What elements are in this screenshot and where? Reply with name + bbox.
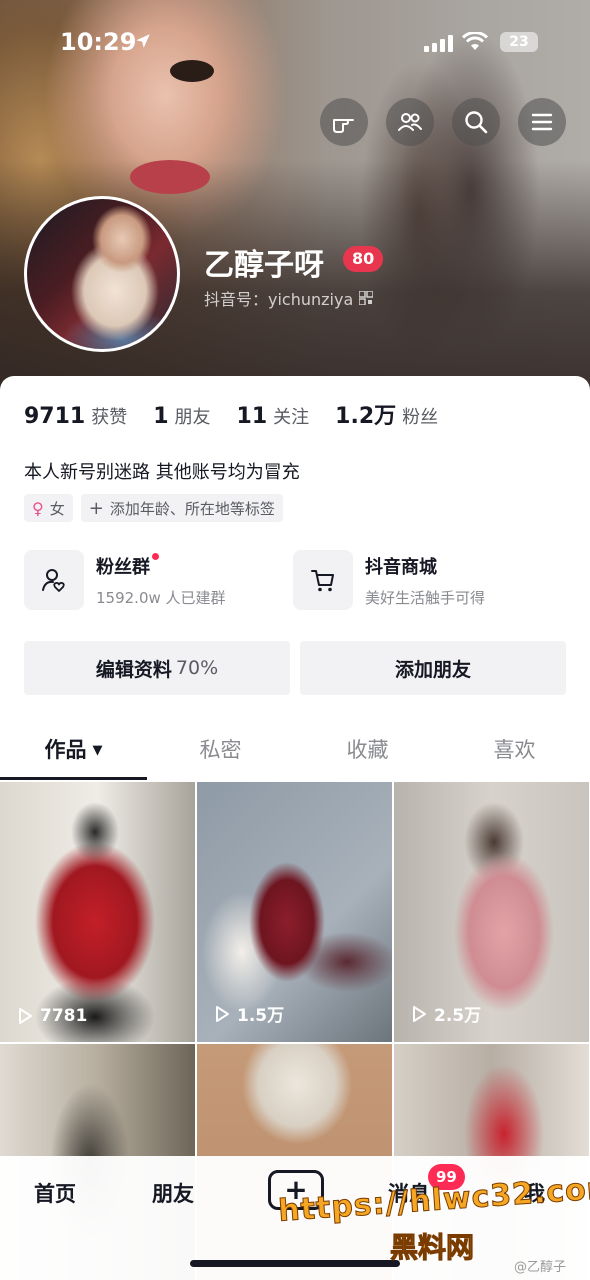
tab-works[interactable]: 作品 ▼ [0, 720, 147, 780]
stat-followers-label: 粉丝 [402, 407, 439, 428]
stat-likes-label: 获赞 [91, 407, 128, 428]
battery-indicator: 23 [500, 32, 538, 52]
tab-favorites[interactable]: 收藏 [294, 720, 441, 780]
visitor-button[interactable] [320, 98, 368, 146]
person-heart-icon [42, 569, 65, 592]
plus-icon: + [88, 497, 104, 519]
location-arrow-icon [136, 34, 150, 48]
female-icon: ♀ [32, 498, 44, 518]
gender-tag[interactable]: ♀ 女 [24, 494, 73, 522]
nav-home[interactable]: 首页 [34, 1178, 76, 1208]
mall-subtitle: 美好生活触手可得 [365, 588, 486, 607]
stat-following-count: 11 [236, 404, 268, 429]
tab-works-label: 作品 [44, 738, 87, 762]
hand-pointing-icon [333, 119, 354, 133]
friends-recommend-button[interactable] [386, 98, 434, 146]
status-bar: 10:29 23 [0, 28, 590, 62]
cover-lips-shape [130, 160, 210, 194]
new-dot-indicator [152, 552, 159, 560]
douyin-id[interactable]: 抖音号：yichunziya [204, 286, 374, 310]
tab-likes-label: 喜欢 [493, 738, 536, 762]
add-friend-button[interactable]: 添加朋友 [300, 641, 566, 695]
play-icon [413, 1005, 426, 1022]
stat-likes-count: 9711 [24, 404, 86, 429]
profile-bio[interactable]: 本人新号别迷路 其他账号均为冒充 [24, 458, 300, 484]
qr-code-icon [359, 291, 374, 305]
edit-profile-label: 编辑资料 [95, 658, 172, 681]
add-tags-button[interactable]: + 添加年龄、所在地等标签 [80, 494, 283, 522]
view-count: 7781 [16, 1006, 87, 1026]
profile-completion: 70% [175, 657, 219, 679]
douyin-id-text: 抖音号：yichunziya [204, 290, 354, 309]
add-friend-label: 添加朋友 [394, 658, 471, 681]
play-icon [216, 1005, 229, 1022]
cover-eye-shape [170, 60, 214, 82]
nav-friends[interactable]: 朋友 [152, 1178, 194, 1208]
profile-panel: 9711 获赞 1 朋友 11 关注 1.2万 粉丝 本人新号别迷路 其他账号均… [0, 376, 590, 1280]
play-icon [19, 1008, 32, 1024]
stat-likes[interactable]: 9711 获赞 [24, 403, 127, 429]
fan-group-entry[interactable]: 粉丝群 1592.0w 人已建群 [24, 550, 226, 610]
gender-tag-label: 女 [49, 499, 65, 518]
hamburger-menu-icon [531, 113, 553, 131]
people-icon [398, 113, 422, 131]
menu-button[interactable] [518, 98, 566, 146]
video-thumbnail[interactable]: 1.5万 [197, 782, 392, 1042]
view-count-text: 7781 [40, 1006, 88, 1026]
content-tabs: 作品 ▼ 私密 收藏 喜欢 [0, 720, 590, 780]
cellular-signal-icon [424, 34, 453, 52]
view-count: 2.5万 [410, 1001, 481, 1026]
mall-entry[interactable]: 抖音商城 美好生活触手可得 [293, 550, 485, 610]
mall-title: 抖音商城 [365, 556, 437, 578]
stat-friends-label: 朋友 [174, 407, 211, 428]
add-tags-label: 添加年龄、所在地等标签 [109, 499, 275, 518]
tab-private[interactable]: 私密 [147, 720, 294, 780]
video-thumbnail[interactable]: 7781 [0, 782, 195, 1042]
home-indicator [190, 1260, 400, 1267]
tab-likes[interactable]: 喜欢 [441, 720, 588, 780]
view-count-text: 2.5万 [434, 1006, 482, 1026]
stat-following-label: 关注 [273, 407, 310, 428]
stat-following[interactable]: 11 关注 [237, 403, 310, 429]
video-thumbnail[interactable]: 2.5万 [394, 782, 589, 1042]
view-count-text: 1.5万 [237, 1006, 285, 1026]
stat-friends[interactable]: 1 朋友 [153, 403, 210, 429]
edit-profile-button[interactable]: 编辑资料 70% [24, 641, 290, 695]
fan-group-title: 粉丝群 [96, 556, 150, 578]
tab-private-label: 私密 [199, 738, 242, 762]
search-icon [465, 111, 488, 134]
profile-tags: ♀ 女 + 添加年龄、所在地等标签 [24, 494, 283, 522]
stat-friends-count: 1 [153, 404, 169, 429]
level-badge[interactable]: 80 [343, 246, 384, 272]
weibo-watermark: @乙醇子 [514, 1260, 567, 1275]
search-button[interactable] [452, 98, 500, 146]
profile-actions: 编辑资料 70% 添加朋友 [24, 641, 566, 695]
profile-stats: 9711 获赞 1 朋友 11 关注 1.2万 粉丝 [24, 398, 464, 430]
shopping-cart-icon [311, 570, 334, 592]
tab-favorites-label: 收藏 [346, 738, 389, 762]
view-count: 1.5万 [213, 1001, 284, 1026]
mall-icon-box [293, 550, 353, 610]
profile-name: 乙醇子呀 [204, 248, 324, 283]
stat-followers[interactable]: 1.2万 粉丝 [335, 398, 438, 430]
stat-followers-count: 1.2万 [335, 404, 397, 429]
status-time: 10:29 [60, 28, 137, 56]
avatar[interactable] [24, 196, 180, 352]
fan-group-icon-box [24, 550, 84, 610]
caret-down-icon: ▼ [92, 743, 103, 758]
watermark-site-name: 黑料网 [389, 1231, 475, 1265]
fan-group-subtitle: 1592.0w 人已建群 [96, 588, 226, 607]
wifi-icon [462, 32, 488, 50]
